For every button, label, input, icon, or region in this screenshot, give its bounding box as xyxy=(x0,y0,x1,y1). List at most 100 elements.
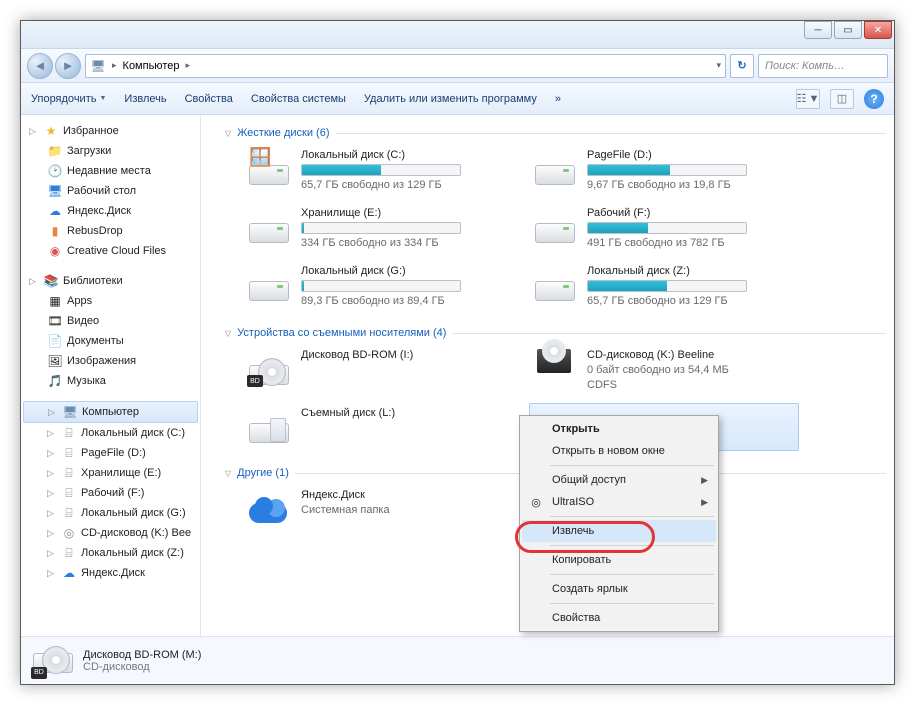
sidebar-drive-f[interactable]: ▷⌸Рабочий (F:) xyxy=(21,483,200,503)
document-icon: 📄 xyxy=(47,333,63,349)
chevron-right-icon: ▶ xyxy=(701,497,708,508)
drive-f[interactable]: Рабочий (F:)491 ГБ свободно из 782 ГБ xyxy=(529,203,799,253)
maximize-button[interactable]: ▭ xyxy=(834,21,862,39)
context-menu: Открыть Открыть в новом окне Общий досту… xyxy=(519,415,719,632)
ctx-eject[interactable]: Извлечь xyxy=(522,520,716,542)
sidebar-item-desktop[interactable]: 🖥Рабочий стол xyxy=(21,181,200,201)
breadcrumb[interactable]: Компьютер xyxy=(123,60,180,72)
uninstall-button[interactable]: Удалить или изменить программу xyxy=(364,93,537,105)
address-bar[interactable]: 🖥 ▸ Компьютер ▸ ▾ xyxy=(85,54,726,78)
preview-pane-button[interactable]: ◫ xyxy=(830,89,854,109)
sidebar-libraries[interactable]: ▷📚Библиотеки xyxy=(21,271,200,291)
sidebar-item-creative-cloud[interactable]: ◉Creative Cloud Files xyxy=(21,241,200,261)
library-icon: 📚 xyxy=(43,273,59,289)
drive-z[interactable]: Локальный диск (Z:)65,7 ГБ свободно из 1… xyxy=(529,261,799,311)
sidebar-drive-e[interactable]: ▷⌸Хранилище (E:) xyxy=(21,463,200,483)
back-button[interactable]: ◄ xyxy=(27,53,53,79)
ctx-open[interactable]: Открыть xyxy=(522,418,716,440)
computer-icon: 🖥 xyxy=(90,58,106,74)
drive-i[interactable]: BD Дисковод BD-ROM (I:) xyxy=(243,345,513,395)
ctx-properties[interactable]: Свойства xyxy=(522,607,716,629)
sidebar-drive-d[interactable]: ▷⌸PageFile (D:) xyxy=(21,443,200,463)
cloud-icon: ☁ xyxy=(47,203,63,219)
group-hdd[interactable]: ▽Жесткие диски (6) xyxy=(209,123,886,145)
search-input[interactable]: Поиск: Компь… xyxy=(758,54,888,78)
view-mode-button[interactable]: ☷▼ xyxy=(796,89,820,109)
status-type: CD-дисковод xyxy=(83,661,201,673)
sidebar-item-music[interactable]: 🎵Музыка xyxy=(21,371,200,391)
cloud-icon: ☁ xyxy=(61,565,77,581)
organize-button[interactable]: Упорядочить▼ xyxy=(31,93,106,105)
sidebar-item-pictures[interactable]: 🖼Изображения xyxy=(21,351,200,371)
eject-button[interactable]: Извлечь xyxy=(124,93,166,105)
explorer-window: ─ ▭ ✕ ◄ ► 🖥 ▸ Компьютер ▸ ▾ ↻ Поиск: Ком… xyxy=(20,20,895,685)
sidebar-drive-g[interactable]: ▷⌸Локальный диск (G:) xyxy=(21,503,200,523)
close-button[interactable]: ✕ xyxy=(864,21,892,39)
ultraiso-icon: ◎ xyxy=(528,494,544,510)
titlebar: ─ ▭ ✕ xyxy=(21,21,894,49)
sidebar-item-downloads[interactable]: 📁Загрузки xyxy=(21,141,200,161)
cd-icon: ◎ xyxy=(61,525,77,541)
drive-l[interactable]: Съемный диск (L:) xyxy=(243,403,513,451)
sidebar-item-yadisk[interactable]: ☁Яндекс.Диск xyxy=(21,201,200,221)
status-bar: BD Дисковод BD-ROM (M:) CD-дисковод xyxy=(21,636,894,684)
ctx-shortcut[interactable]: Создать ярлык xyxy=(522,578,716,600)
desktop-icon: 🖥 xyxy=(47,183,63,199)
sidebar-item-video[interactable]: 🎞Видео xyxy=(21,311,200,331)
sidebar-drive-k[interactable]: ▷◎CD-дисковод (K:) Bee xyxy=(21,523,200,543)
drive-icon: ⌸ xyxy=(61,465,77,481)
sidebar-computer[interactable]: ▷🖥Компьютер xyxy=(23,401,198,423)
drive-icon: ⌸ xyxy=(61,485,77,501)
sidebar-item-apps[interactable]: ▦Apps xyxy=(21,291,200,311)
nav-row: ◄ ► 🖥 ▸ Компьютер ▸ ▾ ↻ Поиск: Компь… xyxy=(21,49,894,83)
apps-icon: ▦ xyxy=(47,293,63,309)
ctx-share[interactable]: Общий доступ▶ xyxy=(522,469,716,491)
bd-badge-icon: BD xyxy=(247,375,263,387)
properties-button[interactable]: Свойства xyxy=(185,93,233,105)
drive-icon: ⌸ xyxy=(61,545,77,561)
computer-icon: 🖥 xyxy=(62,404,78,420)
drive-d[interactable]: PageFile (D:)9,67 ГБ свободно из 19,8 ГБ xyxy=(529,145,799,195)
collapse-icon: ▽ xyxy=(225,129,231,138)
picture-icon: 🖼 xyxy=(47,353,63,369)
drive-e[interactable]: Хранилище (E:)334 ГБ свободно из 334 ГБ xyxy=(243,203,513,253)
creative-cloud-icon: ◉ xyxy=(47,243,63,259)
chevron-right-icon: ▸ xyxy=(112,60,117,71)
video-icon: 🎞 xyxy=(47,313,63,329)
sidebar-favorites[interactable]: ▷★Избранное xyxy=(21,121,200,141)
chevron-right-icon: ▶ xyxy=(701,475,708,486)
drive-c[interactable]: 🪟 Локальный диск (C:)65,7 ГБ свободно из… xyxy=(243,145,513,195)
ctx-open-new[interactable]: Открыть в новом окне xyxy=(522,440,716,462)
system-properties-button[interactable]: Свойства системы xyxy=(251,93,346,105)
drive-yadisk[interactable]: Яндекс.ДискСистемная папка xyxy=(243,485,513,531)
chevron-right-icon: ▸ xyxy=(185,60,190,71)
drive-icon: ⌸ xyxy=(61,505,77,521)
drive-k[interactable]: CD-дисковод (K:) Beeline0 байт свободно … xyxy=(529,345,799,395)
folder-icon: 📁 xyxy=(47,143,63,159)
collapse-icon: ▽ xyxy=(225,329,231,338)
sidebar-yadisk-drive[interactable]: ▷☁Яндекс.Диск xyxy=(21,563,200,583)
more-button[interactable]: » xyxy=(555,93,561,105)
chevron-down-icon[interactable]: ▾ xyxy=(716,60,721,71)
folder-icon: ▮ xyxy=(47,223,63,239)
minimize-button[interactable]: ─ xyxy=(804,21,832,39)
help-icon[interactable]: ? xyxy=(864,89,884,109)
sidebar-drive-z[interactable]: ▷⌸Локальный диск (Z:) xyxy=(21,543,200,563)
status-drive-icon: BD xyxy=(31,643,71,679)
drive-icon: ⌸ xyxy=(61,425,77,441)
sidebar-item-documents[interactable]: 📄Документы xyxy=(21,331,200,351)
sidebar-item-rebusdrop[interactable]: ▮RebusDrop xyxy=(21,221,200,241)
drive-g[interactable]: Локальный диск (G:)89,3 ГБ свободно из 8… xyxy=(243,261,513,311)
forward-button[interactable]: ► xyxy=(55,53,81,79)
toolbar: Упорядочить▼ Извлечь Свойства Свойства с… xyxy=(21,83,894,115)
drive-icon: ⌸ xyxy=(61,445,77,461)
status-name: Дисковод BD-ROM (M:) xyxy=(83,649,201,661)
search-placeholder: Поиск: Компь… xyxy=(765,60,845,72)
sidebar-item-recent[interactable]: 🕑Недавние места xyxy=(21,161,200,181)
ctx-copy[interactable]: Копировать xyxy=(522,549,716,571)
sidebar-drive-c[interactable]: ▷⌸Локальный диск (C:) xyxy=(21,423,200,443)
sidebar: ▷★Избранное 📁Загрузки 🕑Недавние места 🖥Р… xyxy=(21,115,201,636)
refresh-button[interactable]: ↻ xyxy=(730,54,754,78)
collapse-icon: ▽ xyxy=(225,469,231,478)
ctx-ultraiso[interactable]: ◎UltraISO▶ xyxy=(522,491,716,513)
